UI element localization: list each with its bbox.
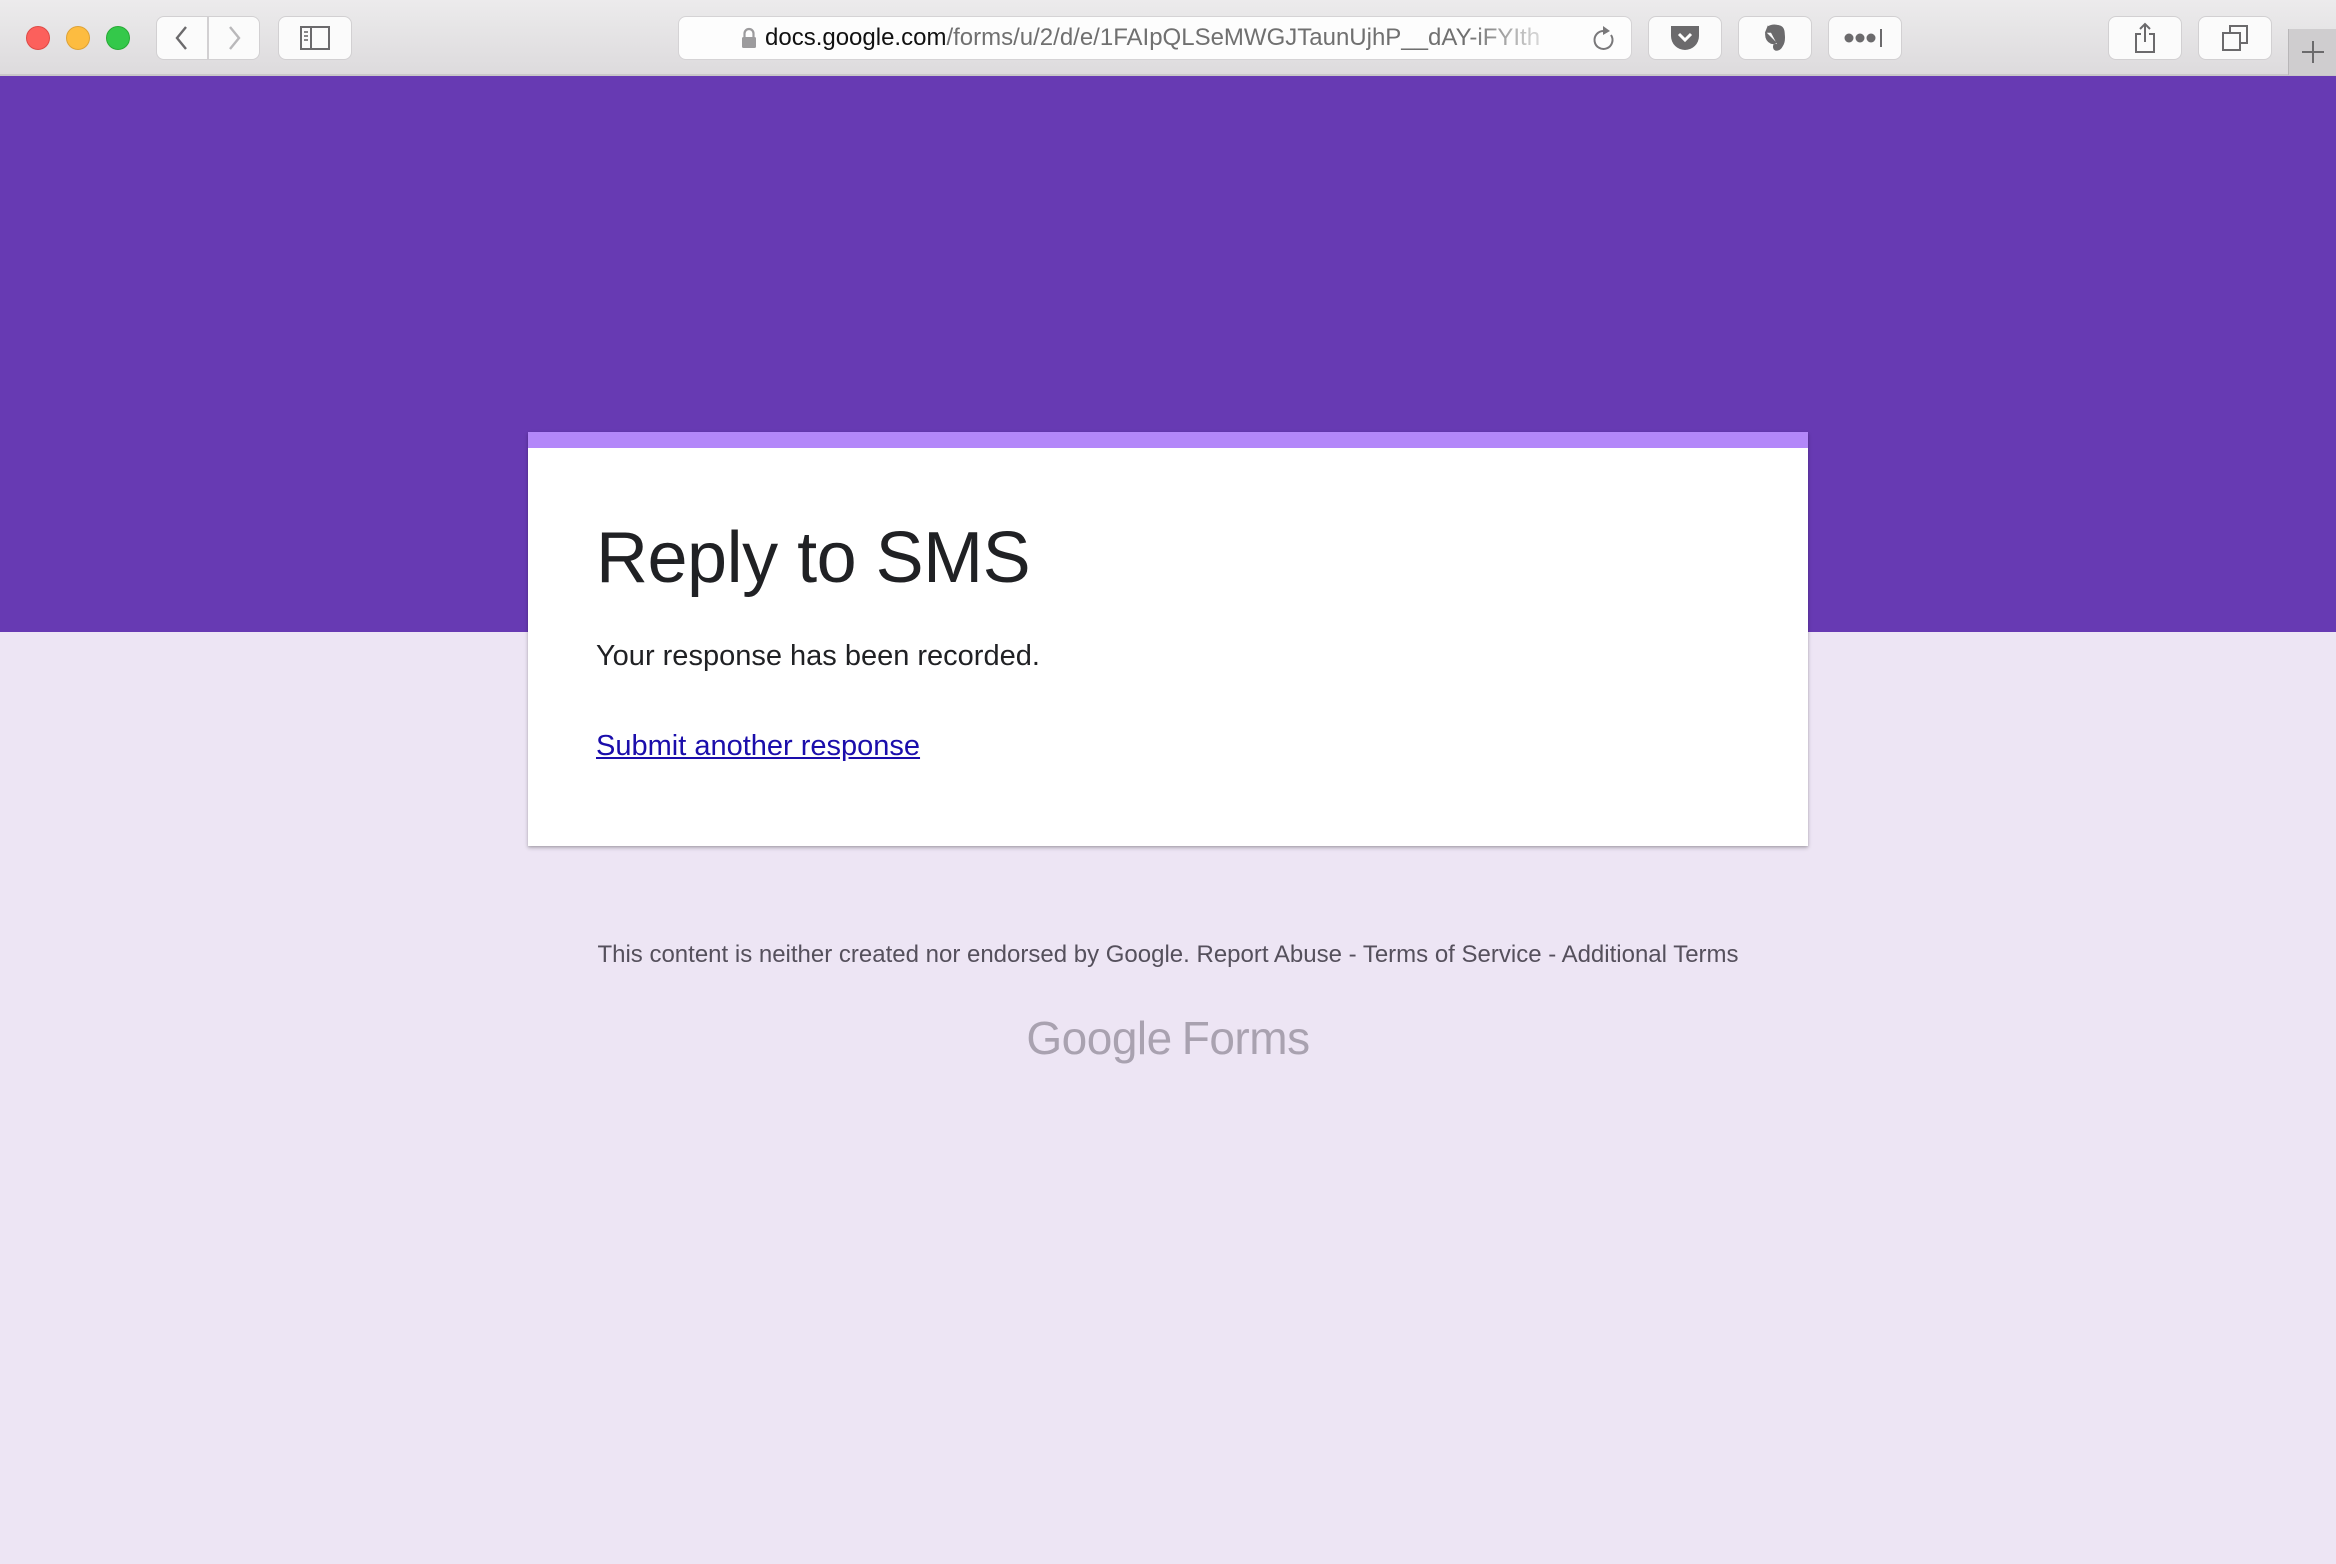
minimize-window-button[interactable] <box>66 26 90 50</box>
footer-separator: - <box>1548 941 1557 968</box>
confirmation-message: Your response has been recorded. <box>596 640 1040 672</box>
additional-terms-link[interactable]: Additional Terms <box>1562 941 1739 968</box>
sidebar-icon <box>300 26 330 50</box>
evernote-icon <box>1764 24 1785 51</box>
forward-icon <box>229 26 241 50</box>
url-text: docs.google.com/forms/u/2/d/e/1FAIpQLSeM… <box>765 24 1565 52</box>
submit-another-response-link[interactable]: Submit another response <box>596 728 920 764</box>
sidebar-button[interactable] <box>278 16 352 60</box>
url-host: docs.google.com <box>765 24 947 51</box>
new-tab-button[interactable] <box>2288 29 2336 75</box>
share-icon <box>2135 22 2155 53</box>
plus-icon <box>2301 41 2324 63</box>
reload-icon[interactable] <box>1591 25 1617 53</box>
pocket-button[interactable] <box>1648 16 1722 60</box>
response-card: Reply to SMS Your response has been reco… <box>528 432 1808 846</box>
terms-of-service-link[interactable]: Terms of Service <box>1363 941 1542 968</box>
logo-google: Google <box>1026 1012 1172 1064</box>
footer-disclaimer: This content is neither created nor endo… <box>597 941 1190 968</box>
evernote-button[interactable] <box>1738 16 1812 60</box>
forward-button[interactable] <box>208 16 260 60</box>
footer: This content is neither created nor endo… <box>0 938 2336 972</box>
close-window-button[interactable] <box>26 26 50 50</box>
zoom-window-button[interactable] <box>106 26 130 50</box>
url-path: /forms/u/2/d/e/1FAIpQLSeMWGJTaunUjhP__dA… <box>946 24 1541 51</box>
logo-forms: Forms <box>1181 1012 1310 1064</box>
back-button[interactable] <box>156 16 208 60</box>
tabs-overview-button[interactable] <box>2198 16 2272 60</box>
share-button[interactable] <box>2108 16 2182 60</box>
back-icon <box>175 26 187 50</box>
form-title: Reply to SMS <box>596 518 1031 598</box>
report-abuse-link[interactable]: Report Abuse <box>1196 941 1341 968</box>
footer-separator: - <box>1348 941 1357 968</box>
tabs-overview-icon <box>2222 25 2248 51</box>
google-forms-logo[interactable]: Google Forms <box>0 1010 2336 1066</box>
more-extensions-button[interactable] <box>1828 16 1902 60</box>
more-extensions-icon <box>1844 29 1882 47</box>
card-accent-bar <box>528 432 1808 448</box>
address-bar[interactable]: docs.google.com/forms/u/2/d/e/1FAIpQLSeM… <box>678 16 1632 60</box>
pocket-icon <box>1671 26 1699 50</box>
browser-toolbar: docs.google.com/forms/u/2/d/e/1FAIpQLSeM… <box>0 0 2336 76</box>
lock-icon <box>742 27 756 48</box>
